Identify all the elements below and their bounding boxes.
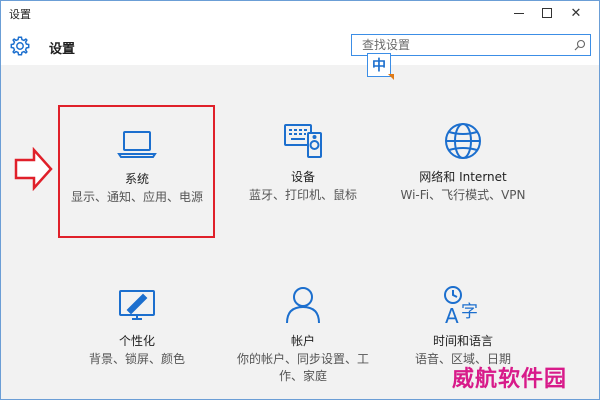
- tile-name: 网络和 Internet: [419, 170, 507, 184]
- tile-name: 个性化: [118, 334, 155, 348]
- tile-devices[interactable]: 设备 蓝牙、打印机、鼠标: [228, 119, 378, 204]
- personalization-icon: [119, 290, 155, 320]
- ime-label: 中: [372, 58, 386, 74]
- tile-description: Wi-Fi、飞行模式、VPN: [400, 188, 526, 202]
- tile-name: 时间和语言: [432, 334, 493, 348]
- tile-name: 帐户: [290, 334, 315, 348]
- tile-description: 你的帐户、同步设置、工作、家庭: [236, 352, 369, 383]
- person-icon: [286, 287, 320, 324]
- page-title: 设置: [49, 42, 76, 57]
- search-icon[interactable]: [574, 39, 586, 51]
- tile-description: 背景、锁屏、颜色: [88, 352, 185, 366]
- search-input[interactable]: [352, 35, 582, 55]
- ime-indicator[interactable]: 中: [367, 53, 394, 80]
- close-button[interactable]: ✕: [561, 1, 591, 25]
- tile-name: 设备: [290, 170, 315, 184]
- maximize-button[interactable]: [532, 1, 562, 25]
- time-language-icon: A 字: [444, 286, 478, 327]
- title-bar: 设置 ✕: [1, 1, 599, 25]
- settings-window: 设置 ✕ 设置 中 系: [0, 0, 600, 400]
- ime-corner-mark: [388, 74, 394, 80]
- tile-network[interactable]: 网络和 Internet Wi-Fi、飞行模式、VPN: [388, 119, 538, 204]
- globe-icon: [445, 123, 481, 159]
- minimize-icon: [514, 12, 524, 14]
- tile-description: 蓝牙、打印机、鼠标: [248, 188, 357, 202]
- close-icon: ✕: [570, 5, 582, 21]
- watermark-text: 威航软件园: [452, 366, 568, 392]
- highlight-box: [58, 105, 215, 238]
- settings-header: 设置: [1, 25, 599, 65]
- tile-personalization[interactable]: 个性化 背景、锁屏、颜色: [62, 283, 212, 368]
- svg-text:字: 字: [461, 302, 478, 322]
- tile-time-language[interactable]: A 字 时间和语言 语音、区域、日期: [388, 283, 538, 368]
- maximize-icon: [542, 8, 552, 18]
- window-title: 设置: [9, 8, 31, 21]
- svg-text:A: A: [445, 304, 459, 327]
- pointer-arrow-icon: [14, 147, 53, 191]
- devices-icon: [284, 124, 322, 158]
- tile-accounts[interactable]: 帐户 你的帐户、同步设置、工作、家庭: [228, 283, 378, 385]
- minimize-button[interactable]: [504, 1, 534, 25]
- gear-icon: [10, 36, 30, 56]
